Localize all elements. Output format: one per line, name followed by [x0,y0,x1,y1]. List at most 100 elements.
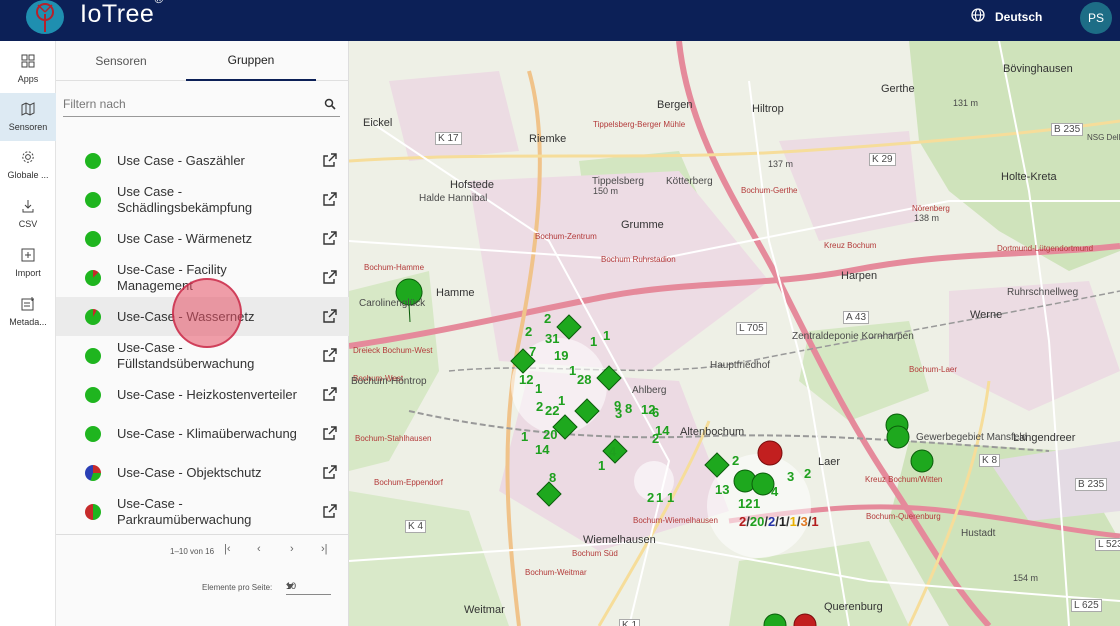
place-label: Bochum-Gerthe [741,186,798,195]
elevation-label: 138 m [914,213,940,223]
language-selector[interactable]: Deutsch [971,8,1042,25]
cluster-count[interactable]: 1 [590,334,597,349]
tab-sensoren[interactable]: Sensoren [56,41,186,81]
place-label: Werne [970,309,1003,321]
open-external-icon[interactable] [323,426,337,445]
cluster-count[interactable]: 14 [535,442,549,457]
place-label: Dreieck Bochum-West [353,346,433,355]
group-name: Use Case - Schädlingsbekämpfung [117,183,253,215]
elevation-label: 137 m [768,159,794,169]
place-label: Hofstede [450,179,495,191]
cluster-count[interactable]: 2 [544,311,551,326]
group-row[interactable]: Use-Case - Klimaüberwachung [56,414,349,453]
place-label: Bochum-Hamme [364,263,425,272]
cluster-count[interactable]: 1 [569,363,576,378]
open-external-icon[interactable] [323,348,337,367]
cluster-count[interactable]: 4 [609,444,616,459]
rail-item-globale[interactable]: Globale ... [0,141,56,189]
cluster-count[interactable]: 6 [652,405,659,420]
cluster-count[interactable]: 1 [521,429,528,444]
tab-bar: Sensoren Gruppen [56,41,349,81]
cluster-count[interactable]: 12 [738,496,752,511]
open-external-icon[interactable] [323,270,337,289]
place-label: Bergen [657,99,693,111]
place-label: Bochum Ruhrstadion [601,255,676,264]
group-row[interactable]: Use Case - Gaszähler [56,141,349,180]
open-external-icon[interactable] [323,309,337,328]
open-external-icon[interactable] [323,504,337,523]
rail-item-csv[interactable]: CSV [0,190,56,238]
open-external-icon[interactable] [323,231,337,250]
per-page-select[interactable]: 10 [286,579,331,595]
cluster-count[interactable]: 13 [715,482,729,497]
iotree-logo[interactable] [26,0,64,34]
cluster-count[interactable]: 8 [625,401,632,416]
cluster-count[interactable]: 2 [536,399,543,414]
map-view[interactable]: Bövinghausen Gerthe Eickel Bergen Hiltro… [349,41,1120,626]
place-label: Gerthe [881,83,915,95]
cluster-count[interactable]: 1 [603,328,610,343]
place-label: Ahlberg [632,385,667,396]
open-external-icon[interactable] [323,387,337,406]
rail-label: CSV [18,219,38,229]
cluster-count[interactable]: 1 [656,490,663,505]
rail-item-import[interactable]: Import [0,239,56,287]
import-icon [21,248,35,264]
elevation-label: 131 m [953,98,979,108]
group-row[interactable]: Use-Case - Heizkostenverteiler [56,375,349,414]
open-external-icon[interactable] [323,192,337,211]
group-row[interactable]: Use-Case - Parkraumüberwachung [56,492,349,531]
group-row[interactable]: Use-Case - Objektschutz [56,453,349,492]
search-icon[interactable] [324,97,336,115]
cluster-count[interactable]: 2 [525,324,532,339]
cluster-count[interactable]: 19 [554,348,568,363]
open-external-icon[interactable] [323,465,337,484]
prev-page-icon[interactable]: ‹ [257,543,261,555]
map-icon [21,102,35,118]
cluster-count[interactable]: 2 [732,453,739,468]
cluster-count[interactable]: 1 [598,458,605,473]
group-row[interactable]: Use Case - Wärmenetz [56,219,349,258]
cluster-count[interactable]: 4 [771,484,778,499]
place-label: Kötterberg [666,176,713,187]
cluster-count[interactable]: 2 [804,466,811,481]
last-page-icon[interactable]: ›| [321,543,328,555]
cluster-count[interactable]: 2 [652,431,659,446]
road-label: B 235 [1051,123,1084,136]
cluster-count[interactable]: 1 [558,393,565,408]
next-page-icon[interactable]: › [290,543,294,555]
cluster-count[interactable]: 7 [529,344,536,359]
cluster-count[interactable]: 1 [667,490,674,505]
rail-item-apps[interactable]: Apps [0,45,56,93]
multi-cluster-label[interactable]: 2/20/2/1/1/3/1 [739,514,819,529]
group-row[interactable]: Use Case - Schädlingsbekämpfung [56,180,349,219]
user-avatar[interactable]: PS [1080,2,1112,34]
cluster-count[interactable]: 3 [787,469,794,484]
status-dot [85,387,101,403]
first-page-icon[interactable]: |‹ [224,543,231,555]
cluster-count[interactable]: 1 [753,496,760,511]
rail-item-metadata[interactable]: Metada... [0,288,56,336]
cluster-count[interactable]: 1 [535,381,542,396]
cluster-count[interactable]: 28 [577,372,591,387]
status-dot [85,270,101,286]
cluster-count[interactable]: 12 [519,372,533,387]
cluster-count[interactable]: 8 [549,470,556,485]
place-label: Hamme [436,287,475,299]
gear-icon [21,150,35,166]
tab-gruppen[interactable]: Gruppen [186,41,316,81]
cluster-count[interactable]: 3 [615,406,622,421]
cluster-count[interactable]: 31 [545,331,559,346]
per-page-label: Elemente pro Seite: [202,583,273,592]
status-dot [85,426,101,442]
filter-input[interactable] [63,93,313,115]
status-dot [85,153,101,169]
place-label: Wiemelhausen [583,534,656,546]
click-indicator [172,278,242,348]
cluster-count[interactable]: 2 [647,490,654,505]
nav-rail: Apps Sensoren Globale ... CSV Import Met… [0,41,56,626]
rail-item-sensoren[interactable]: Sensoren [0,93,56,141]
open-external-icon[interactable] [323,153,337,172]
cluster-count[interactable]: 20 [543,427,557,442]
place-label: Eickel [363,117,393,129]
